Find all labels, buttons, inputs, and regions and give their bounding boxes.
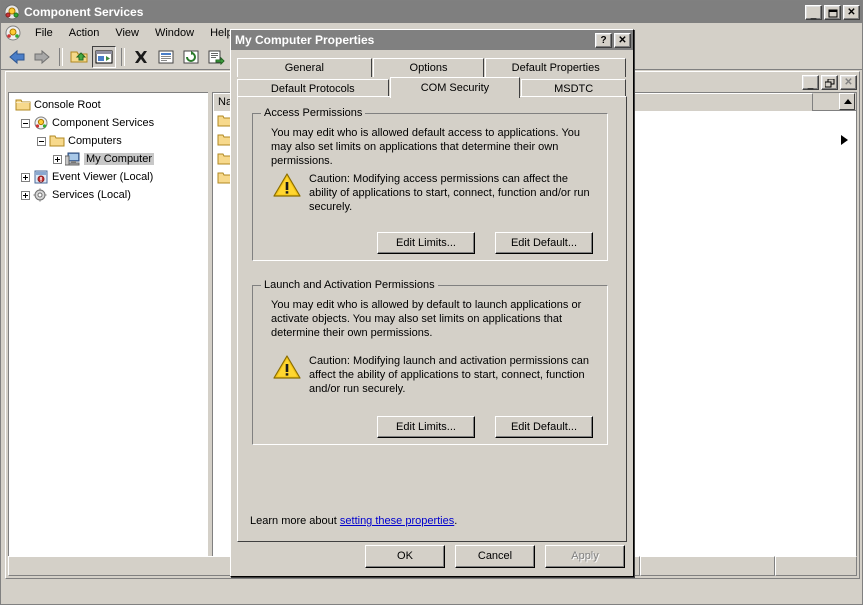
app-title: Component Services: [24, 5, 803, 19]
component-services-icon: [4, 4, 20, 20]
launch-permissions-title: Launch and Activation Permissions: [261, 279, 438, 291]
up-folder-icon[interactable]: [67, 46, 91, 68]
sidebar-item-services[interactable]: Services (Local): [9, 186, 208, 204]
access-permissions-description: You may edit who is allowed default acce…: [271, 126, 595, 168]
sidebar-item-computers[interactable]: Computers: [9, 132, 208, 150]
dialog-title: My Computer Properties: [235, 33, 593, 47]
tab-row-1: General Options Default Properties: [237, 56, 627, 77]
tab-default-properties[interactable]: Default Properties: [485, 58, 626, 77]
tab-panel-com-security: Access Permissions You may edit who is a…: [237, 96, 627, 542]
mdi-restore-button[interactable]: [821, 75, 838, 90]
dialog-button-row: OK Cancel Apply: [365, 545, 625, 568]
export-list-icon[interactable]: [204, 46, 228, 68]
cancel-button[interactable]: Cancel: [455, 545, 535, 568]
expander-minus-icon[interactable]: [21, 119, 30, 128]
launch-edit-limits-button[interactable]: Edit Limits...: [377, 416, 475, 438]
menu-view[interactable]: View: [107, 25, 147, 41]
computer-icon: [65, 152, 81, 166]
my-computer-properties-dialog: My Computer Properties ? ✕ General Optio…: [230, 29, 634, 577]
folder-icon: [49, 134, 65, 148]
mmc-document-icon: [5, 25, 21, 41]
warning-triangle-icon: [273, 354, 301, 383]
expander-minus-icon[interactable]: [37, 137, 46, 146]
mdi-minimize-button[interactable]: _: [802, 75, 819, 90]
tree-item-label: Computers: [68, 135, 122, 147]
setting-these-properties-link[interactable]: setting these properties: [340, 515, 454, 527]
learn-more-prefix: Learn more about: [250, 515, 340, 527]
ok-button[interactable]: OK: [365, 545, 445, 568]
tree-item-label: Event Viewer (Local): [52, 171, 153, 183]
access-permissions-caution: Caution: Modifying access permissions ca…: [309, 172, 597, 214]
learn-more-suffix: .: [454, 515, 457, 527]
expander-plus-icon[interactable]: [21, 191, 30, 200]
launch-activation-permissions-group: Launch and Activation Permissions You ma…: [252, 285, 608, 445]
sidebar-item-event-viewer[interactable]: Event Viewer (Local): [9, 168, 208, 186]
launch-edit-default-button[interactable]: Edit Default...: [495, 416, 593, 438]
toolbar-separator: [59, 48, 63, 66]
show-hide-tree-icon[interactable]: [92, 46, 116, 68]
status-pane-secondary: [640, 556, 775, 576]
tab-general[interactable]: General: [237, 58, 372, 77]
folder-icon: [15, 98, 31, 112]
forward-arrow-icon[interactable]: [30, 46, 54, 68]
sidebar-item-my-computer[interactable]: My Computer: [9, 150, 208, 168]
event-viewer-icon: [33, 170, 49, 184]
tree-root-label: Console Root: [34, 99, 101, 111]
properties-icon[interactable]: [154, 46, 178, 68]
launch-permissions-description: You may edit who is allowed by default t…: [271, 298, 583, 340]
tree-item-label: Services (Local): [52, 189, 131, 201]
warning-triangle-icon: [273, 172, 301, 201]
delete-icon[interactable]: [129, 46, 153, 68]
sidebar-item-component-services[interactable]: Component Services: [9, 114, 208, 132]
expander-plus-icon[interactable]: [53, 155, 62, 164]
access-permissions-title: Access Permissions: [261, 107, 365, 119]
mdi-close-button: ✕: [840, 75, 857, 90]
services-gear-icon: [33, 188, 49, 202]
tree-item-label: Component Services: [52, 117, 154, 129]
tree-root-item[interactable]: Console Root: [9, 96, 208, 114]
expander-plus-icon[interactable]: [21, 173, 30, 182]
status-pane-tertiary: [775, 556, 857, 576]
dialog-close-button[interactable]: ✕: [614, 33, 631, 48]
learn-more-line: Learn more about setting these propertie…: [250, 515, 457, 527]
dialog-titlebar: My Computer Properties ? ✕: [231, 30, 633, 50]
dialog-help-button[interactable]: ?: [595, 33, 612, 48]
app-minimize-button[interactable]: _: [805, 5, 822, 20]
access-edit-limits-button[interactable]: Edit Limits...: [377, 232, 475, 254]
scroll-up-button[interactable]: [839, 93, 855, 110]
console-tree-pane: Console Root Component Services: [8, 92, 208, 576]
properties-tab-control: General Options Default Properties Defau…: [237, 56, 627, 542]
app-close-button[interactable]: ✕: [843, 5, 860, 20]
component-services-icon: [33, 116, 49, 130]
refresh-icon[interactable]: [179, 46, 203, 68]
apply-button: Apply: [545, 545, 625, 568]
tab-options[interactable]: Options: [373, 58, 485, 77]
app-titlebar: Component Services _ ✕: [1, 1, 862, 23]
access-edit-default-button[interactable]: Edit Default...: [495, 232, 593, 254]
app-maximize-button[interactable]: [824, 5, 841, 20]
access-permissions-group: Access Permissions You may edit who is a…: [252, 113, 608, 261]
toolbar-separator: [121, 48, 125, 66]
back-arrow-icon[interactable]: [5, 46, 29, 68]
menu-window[interactable]: Window: [147, 25, 202, 41]
tab-row-2: Default Protocols COM Security MSDTC: [237, 77, 627, 98]
tab-com-security[interactable]: COM Security: [390, 77, 521, 98]
launch-permissions-caution: Caution: Modifying launch and activation…: [309, 354, 597, 396]
overflow-arrow-icon: [841, 135, 848, 145]
component-services-window: Component Services _ ✕ File Action View …: [0, 0, 863, 605]
menu-file[interactable]: File: [27, 25, 61, 41]
tab-strip: General Options Default Properties Defau…: [237, 56, 627, 98]
tree-item-label: My Computer: [84, 153, 154, 165]
menu-action[interactable]: Action: [61, 25, 108, 41]
